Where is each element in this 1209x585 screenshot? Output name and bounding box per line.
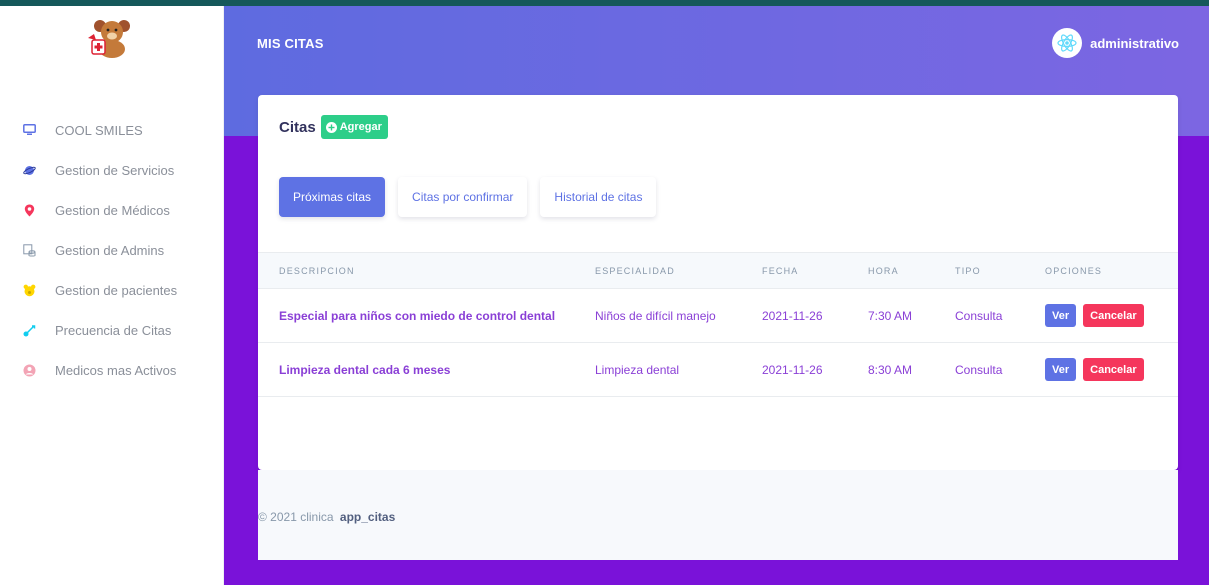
table-row: Limpieza dental cada 6 meses Limpieza de…	[258, 343, 1178, 397]
database-icon	[22, 243, 36, 257]
add-cita-button[interactable]: Agregar	[320, 115, 388, 139]
cell-fecha: 2021-11-26	[762, 308, 823, 323]
column-header-hora: HORA	[868, 265, 899, 276]
copyright-text: © 2021 clinica	[258, 510, 334, 524]
bear-icon	[22, 283, 36, 297]
cell-descripcion: Especial para niños con miedo de control…	[279, 308, 556, 323]
user-menu[interactable]: administrativo	[1052, 28, 1179, 58]
card-title: Citas	[279, 118, 316, 136]
sidebar-item-label: Gestion de Médicos	[55, 202, 170, 218]
sidebar-item-servicios[interactable]: Gestion de Servicios	[0, 150, 224, 190]
planet-icon	[22, 163, 36, 177]
sidebar-item-admins[interactable]: Gestion de Admins	[0, 230, 224, 270]
tab-proximas-citas[interactable]: Próximas citas	[279, 177, 386, 217]
footer-copyright: © 2021 clinica app_citas	[258, 510, 395, 524]
citas-card: Citas Agregar Próximas citas Citas por c…	[258, 95, 1178, 470]
add-cita-label: Agregar	[339, 121, 382, 133]
sidebar-item-medicos-activos[interactable]: Medicos mas Activos	[0, 350, 224, 390]
column-header-fecha: FECHA	[762, 265, 799, 276]
sidebar-item-medicos[interactable]: Gestion de Médicos	[0, 190, 224, 230]
citas-tabs: Próximas citas Citas por confirmar Histo…	[279, 177, 669, 217]
cell-especialidad: Niños de difícil manejo	[595, 308, 716, 323]
cell-fecha: 2021-11-26	[762, 362, 823, 377]
card-header: Citas Agregar	[279, 115, 388, 139]
column-header-descripcion: DESCRIPCION	[279, 265, 355, 276]
footer-brand-link[interactable]: app_citas	[340, 510, 395, 524]
table-header: DESCRIPCION ESPECIALIDAD FECHA HORA TIPO…	[258, 252, 1178, 289]
sidebar: COOL SMILES Gestion de Servicios Gestion…	[0, 6, 224, 585]
cell-tipo: Consulta	[955, 308, 1003, 323]
cancelar-button[interactable]: Cancelar	[1083, 304, 1144, 327]
ver-button[interactable]: Ver	[1045, 358, 1077, 381]
sidebar-item-label: Precuencia de Citas	[55, 322, 172, 338]
sidebar-item-cool-smiles[interactable]: COOL SMILES	[0, 110, 224, 150]
citas-table: DESCRIPCION ESPECIALIDAD FECHA HORA TIPO…	[258, 252, 1178, 397]
sidebar-item-pacientes[interactable]: Gestion de pacientes	[0, 270, 224, 310]
user-name: administrativo	[1090, 35, 1179, 51]
sidebar-nav: COOL SMILES Gestion de Servicios Gestion…	[0, 110, 224, 390]
cell-tipo: Consulta	[955, 362, 1003, 377]
monitor-icon	[22, 123, 36, 137]
column-header-opciones: OPCIONES	[1045, 265, 1103, 276]
cancelar-button[interactable]: Cancelar	[1083, 358, 1144, 381]
plus-circle-icon	[325, 121, 337, 133]
map-pin-icon	[22, 203, 36, 217]
cell-hora: 8:30 AM	[868, 362, 913, 377]
teddy-bear-logo[interactable]	[86, 18, 138, 58]
key-icon	[22, 323, 36, 337]
tab-citas-por-confirmar[interactable]: Citas por confirmar	[398, 177, 528, 217]
cell-opciones: Ver Cancelar	[1045, 358, 1144, 381]
cell-especialidad: Limpieza dental	[595, 362, 680, 377]
react-logo-icon	[1052, 28, 1083, 58]
cell-opciones: Ver Cancelar	[1045, 304, 1144, 327]
user-circle-icon	[22, 363, 36, 377]
cell-hora: 7:30 AM	[868, 308, 913, 323]
ver-button[interactable]: Ver	[1045, 304, 1077, 327]
sidebar-item-label: Medicos mas Activos	[55, 362, 177, 378]
sidebar-item-label: Gestion de Admins	[55, 242, 165, 258]
sidebar-item-label: COOL SMILES	[55, 122, 143, 138]
cell-descripcion: Limpieza dental cada 6 meses	[279, 362, 451, 377]
sidebar-item-label: Gestion de pacientes	[55, 282, 178, 298]
tab-historial-de-citas[interactable]: Historial de citas	[540, 177, 657, 217]
column-header-especialidad: ESPECIALIDAD	[595, 265, 675, 276]
sidebar-item-label: Gestion de Servicios	[55, 162, 175, 178]
footer: © 2021 clinica app_citas	[258, 470, 1178, 560]
page-title: MIS CITAS	[257, 36, 324, 51]
column-header-tipo: TIPO	[955, 265, 981, 276]
sidebar-item-frecuencia[interactable]: Precuencia de Citas	[0, 310, 224, 350]
table-row: Especial para niños con miedo de control…	[258, 289, 1178, 343]
main-content: MIS CITAS administrativo Citas Agregar P…	[224, 6, 1209, 585]
